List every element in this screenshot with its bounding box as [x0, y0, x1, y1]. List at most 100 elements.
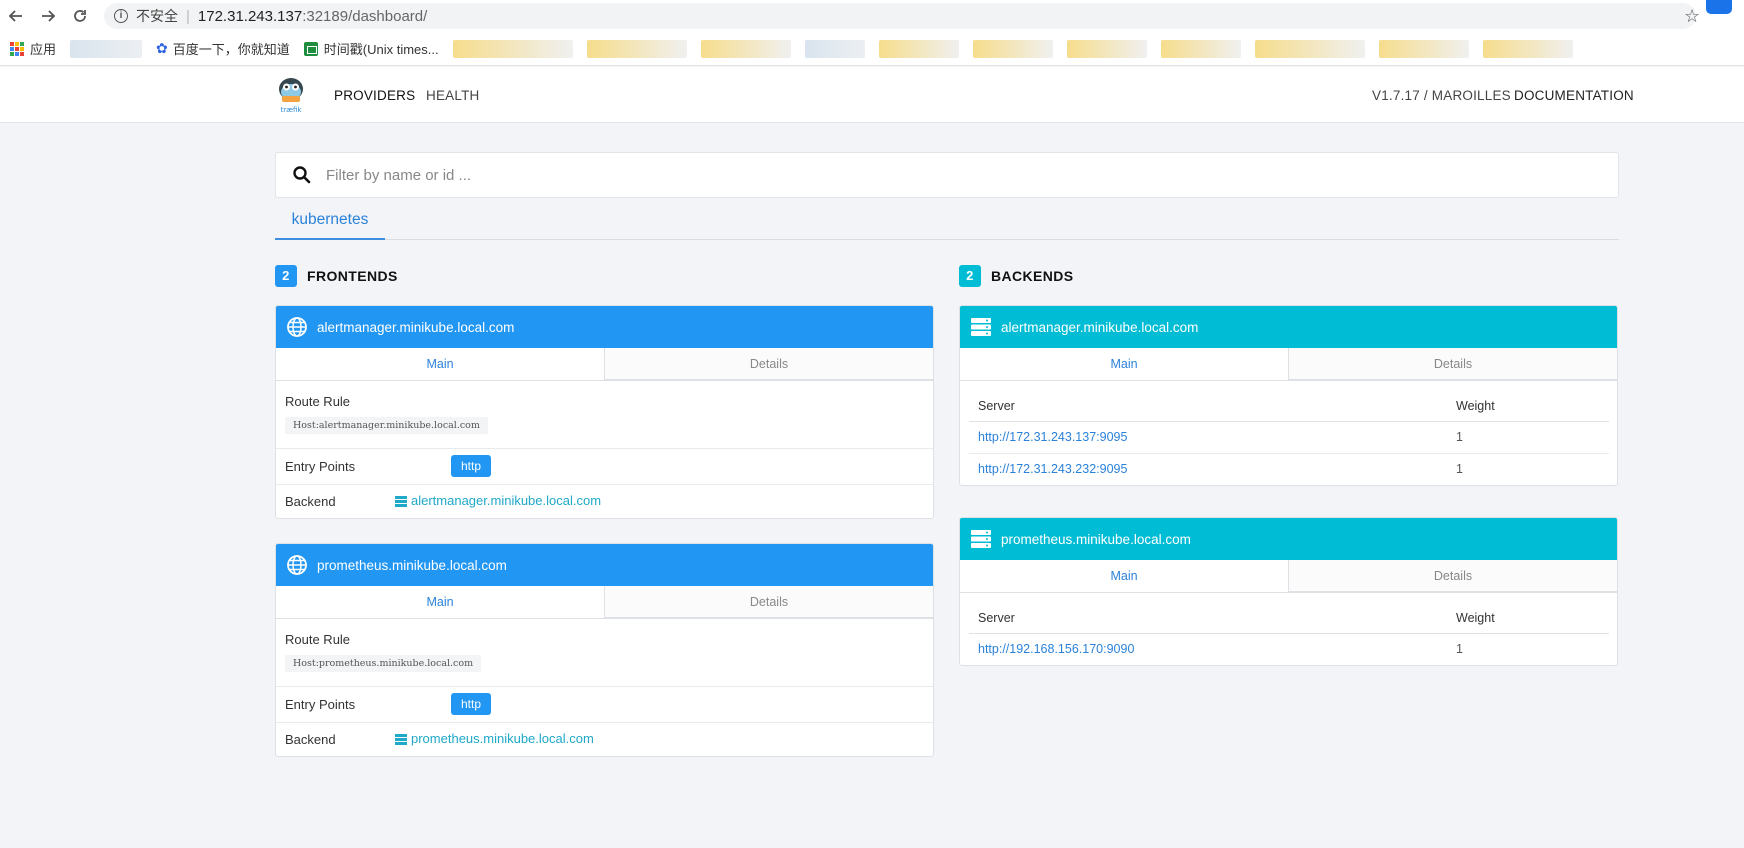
route-rule-label: Route Rule	[285, 394, 351, 409]
bookmark-baidu-label: 百度一下，你就知道	[172, 42, 290, 57]
logo-text: træfik	[281, 106, 303, 114]
nav-providers[interactable]: PROVIDERS	[334, 88, 415, 103]
frontend-card-header: prometheus.minikube.local.com	[276, 544, 933, 586]
frontends-count-badge: 2	[275, 265, 297, 287]
filter-input[interactable]	[326, 166, 1526, 184]
tab-main[interactable]: Main	[276, 348, 605, 380]
server-icon	[395, 495, 407, 507]
backend-card: alertmanager.minikube.local.com Main Det…	[959, 305, 1618, 486]
extension-icon[interactable]	[1706, 0, 1732, 14]
tab-details[interactable]: Details	[1289, 348, 1617, 380]
sheet-icon	[303, 41, 318, 56]
backend-tabs: Main Details	[960, 560, 1617, 593]
globe-icon	[287, 317, 307, 337]
tab-kubernetes[interactable]: kubernetes	[275, 204, 385, 240]
info-icon[interactable]: i	[114, 9, 128, 23]
server-stack-icon	[971, 318, 991, 336]
tab-main[interactable]: Main	[960, 560, 1289, 592]
frontend-card: alertmanager.minikube.local.com Main Det…	[275, 305, 934, 519]
bookmark-baidu[interactable]: ✿ 百度一下，你就知道	[156, 39, 290, 58]
search-icon	[293, 166, 311, 184]
frontends-title: 2 FRONTENDS	[275, 265, 398, 287]
address-bar[interactable]: i 不安全 | 172.31.243.137:32189/dashboard/	[104, 3, 1696, 29]
tab-main[interactable]: Main	[276, 586, 605, 618]
table-row: http://172.31.243.137:9095 1	[969, 421, 1609, 454]
server-weight: 1	[1447, 421, 1609, 454]
route-rule-label: Route Rule	[285, 632, 351, 647]
blurred-bookmark[interactable]	[1482, 39, 1573, 58]
bookmark-apps-label: 应用	[30, 42, 57, 57]
server-weight: 1	[1456, 642, 1463, 657]
frontends-heading: FRONTENDS	[307, 268, 398, 284]
server-column-header: Server	[969, 391, 1447, 422]
security-label: 不安全	[136, 8, 178, 24]
blurred-bookmark[interactable]	[1378, 39, 1469, 58]
server-column-header: Server	[969, 603, 1447, 634]
blurred-bookmark[interactable]	[586, 39, 687, 58]
blurred-bookmark[interactable]	[804, 39, 865, 58]
route-rule-row: Route Rule Host:alertmanager.minikube.lo…	[276, 381, 933, 449]
nav-health[interactable]: HEALTH	[426, 88, 479, 103]
backend-card-header: alertmanager.minikube.local.com	[960, 306, 1617, 348]
bookmark-unix-timestamp[interactable]: 时间戳(Unix times...	[303, 39, 439, 58]
forward-icon[interactable]	[32, 0, 64, 32]
blurred-bookmark[interactable]	[70, 39, 143, 58]
blurred-bookmark[interactable]	[1066, 39, 1147, 58]
filter-box	[275, 152, 1619, 198]
traefik-logo-icon[interactable]: træfik	[276, 75, 306, 115]
backend-link-text: alertmanager.minikube.local.com	[411, 493, 602, 508]
entry-point-badge: http	[451, 693, 492, 715]
app-header: træfik PROVIDERS HEALTH V1.7.17 / MAROIL…	[0, 67, 1744, 123]
table-row: http://192.168.156.170:9090 1	[969, 633, 1609, 665]
tab-details[interactable]: Details	[605, 348, 933, 380]
server-url[interactable]: http://192.168.156.170:9090	[969, 633, 1447, 665]
blurred-bookmark[interactable]	[700, 39, 791, 58]
bookmark-star-icon[interactable]: ☆	[1684, 6, 1700, 27]
server-table: Server Weight http://192.168.156.170:909…	[969, 603, 1609, 665]
back-icon[interactable]	[0, 0, 32, 32]
baidu-paw-icon: ✿	[156, 40, 168, 56]
apps-grid-icon	[10, 41, 24, 56]
blurred-bookmark[interactable]	[1160, 39, 1241, 58]
backend-card-header: prometheus.minikube.local.com	[960, 518, 1617, 560]
version-label[interactable]: V1.7.17 / MAROILLES	[1372, 88, 1511, 103]
backend-label: Backend	[285, 494, 336, 509]
entry-points-row: Entry Points http	[276, 687, 933, 723]
backend-tabs: Main Details	[960, 348, 1617, 381]
frontend-name: alertmanager.minikube.local.com	[317, 319, 515, 335]
blurred-bookmark[interactable]	[1254, 39, 1365, 58]
server-stack-icon	[971, 530, 991, 548]
weight-column-header: Weight	[1447, 603, 1609, 634]
entry-point-badge: http	[451, 455, 492, 477]
server-url[interactable]: http://172.31.243.137:9095	[969, 421, 1447, 454]
provider-tabs: kubernetes	[275, 204, 1619, 240]
backend-row: Backend prometheus.minikube.local.com	[276, 723, 933, 756]
backend-link[interactable]: prometheus.minikube.local.com	[395, 731, 594, 746]
server-icon	[395, 733, 407, 745]
backend-label: Backend	[285, 732, 336, 747]
frontend-tabs: Main Details	[276, 348, 933, 381]
blurred-bookmark[interactable]	[878, 39, 959, 58]
reload-icon[interactable]	[64, 0, 96, 32]
frontend-tabs: Main Details	[276, 586, 933, 619]
tab-main[interactable]: Main	[960, 348, 1289, 380]
entry-points-label: Entry Points	[285, 697, 356, 712]
server-url[interactable]: http://172.31.243.232:9095	[969, 453, 1447, 485]
nav-documentation[interactable]: DOCUMENTATION	[1514, 88, 1634, 103]
bookmark-apps[interactable]: 应用	[0, 39, 56, 58]
backend-name: alertmanager.minikube.local.com	[1001, 319, 1199, 335]
entry-points-row: Entry Points http	[276, 449, 933, 485]
server-table: Server Weight http://172.31.243.137:9095…	[969, 391, 1609, 485]
backend-name: prometheus.minikube.local.com	[1001, 531, 1191, 547]
tab-details[interactable]: Details	[605, 586, 933, 618]
url-host: 172.31.243.137	[197, 7, 303, 25]
route-rule-value: Host:prometheus.minikube.local.com	[285, 655, 482, 672]
tab-details[interactable]: Details	[1289, 560, 1617, 592]
frontend-card: prometheus.minikube.local.com Main Detai…	[275, 543, 934, 757]
backend-link[interactable]: alertmanager.minikube.local.com	[395, 493, 601, 508]
blurred-bookmark[interactable]	[452, 39, 573, 58]
route-rule-row: Route Rule Host:prometheus.minikube.loca…	[276, 619, 933, 687]
backend-row: Backend alertmanager.minikube.local.com	[276, 485, 933, 518]
frontend-card-header: alertmanager.minikube.local.com	[276, 306, 933, 348]
blurred-bookmark[interactable]	[972, 39, 1053, 58]
